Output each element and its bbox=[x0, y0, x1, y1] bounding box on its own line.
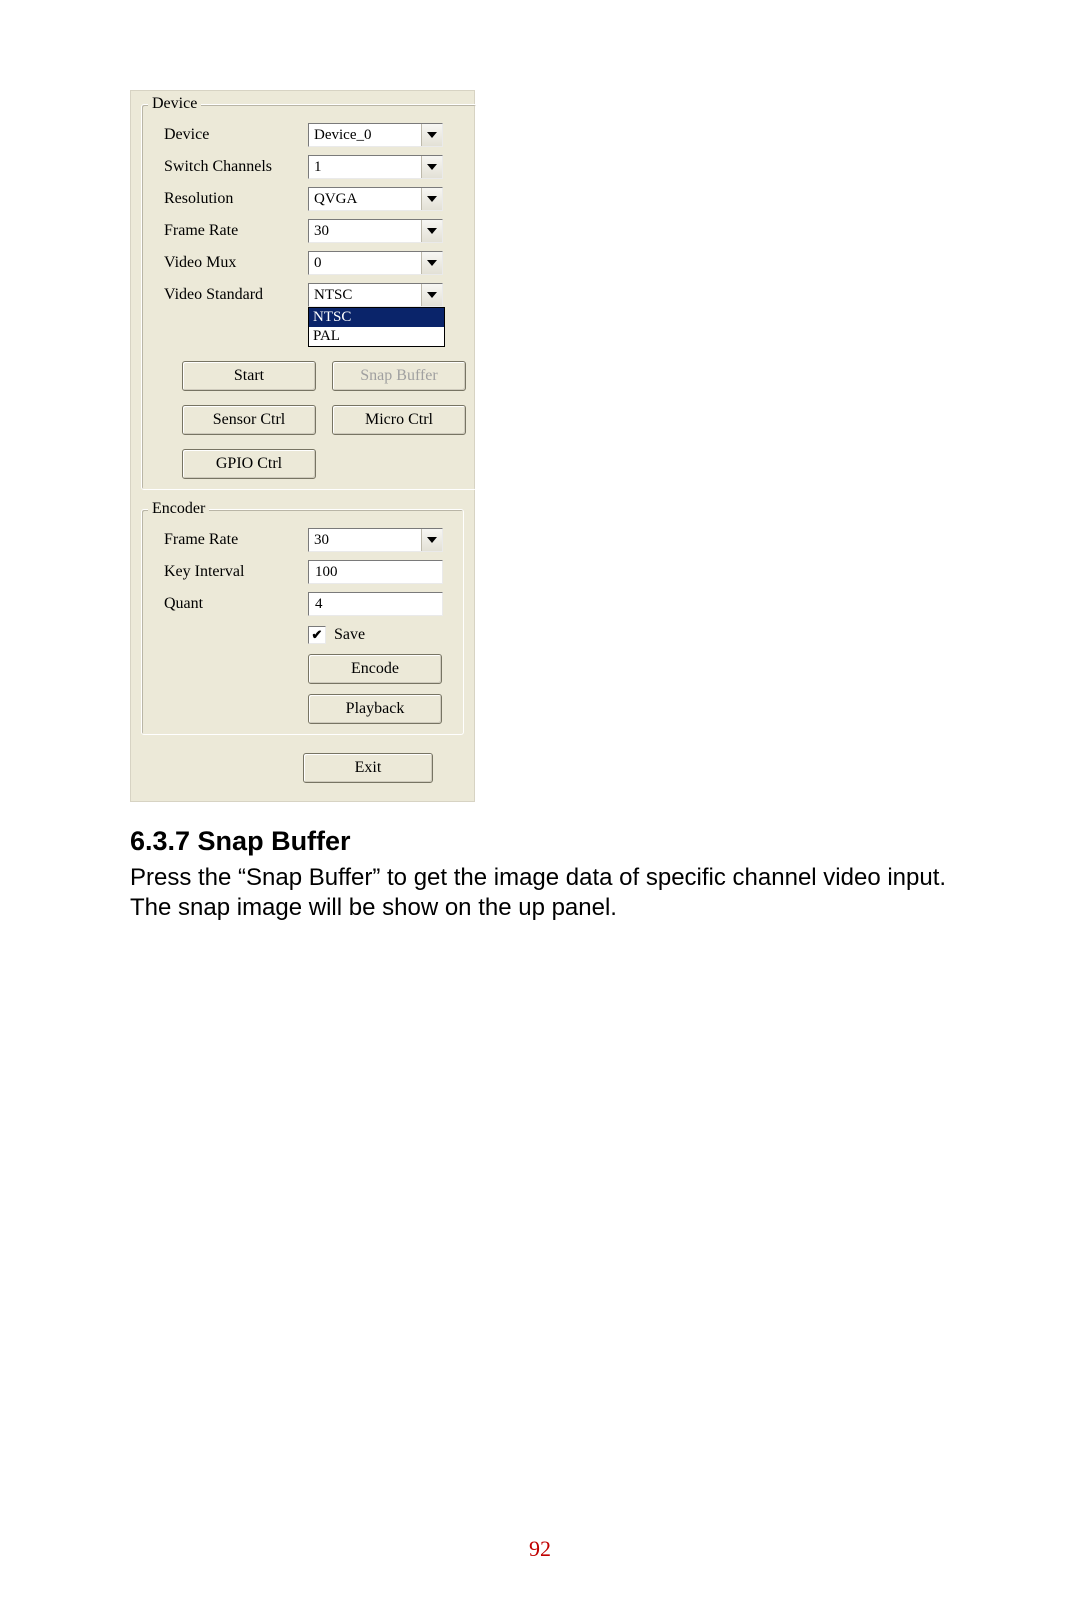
gpio-ctrl-button[interactable]: GPIO Ctrl bbox=[182, 449, 316, 479]
switch-channels-value: 1 bbox=[309, 156, 421, 178]
section-body: Press the “Snap Buffer” to get the image… bbox=[130, 863, 950, 923]
device-label: Device bbox=[152, 126, 308, 144]
micro-ctrl-button[interactable]: Micro Ctrl bbox=[332, 405, 466, 435]
sensor-ctrl-button[interactable]: Sensor Ctrl bbox=[182, 405, 316, 435]
video-standard-option-pal[interactable]: PAL bbox=[309, 327, 444, 346]
section-heading: 6.3.7 Snap Buffer bbox=[130, 826, 950, 857]
dropdown-button[interactable] bbox=[421, 188, 442, 210]
row-resolution: Resolution QVGA bbox=[142, 187, 476, 211]
switch-channels-dropdown[interactable]: 1 bbox=[308, 155, 443, 179]
row-key-interval: Key Interval 100 bbox=[142, 560, 463, 584]
resolution-value: QVGA bbox=[309, 188, 421, 210]
chevron-down-icon bbox=[427, 537, 437, 543]
row-video-mux: Video Mux 0 bbox=[142, 251, 476, 275]
frame-rate-dropdown[interactable]: 30 bbox=[308, 219, 443, 243]
frame-rate-label: Frame Rate bbox=[152, 222, 308, 240]
chevron-down-icon bbox=[427, 292, 437, 298]
device-buttons-row-3: GPIO Ctrl bbox=[142, 449, 476, 479]
enc-frame-rate-dropdown[interactable]: 30 bbox=[308, 528, 443, 552]
switch-channels-label: Switch Channels bbox=[152, 158, 308, 176]
enc-frame-rate-label: Frame Rate bbox=[152, 531, 308, 549]
dropdown-button[interactable] bbox=[421, 252, 442, 274]
playback-button-row: Playback bbox=[142, 694, 453, 724]
device-group: Device Device Device_0 Switch Channels 1 bbox=[141, 95, 477, 490]
playback-button[interactable]: Playback bbox=[308, 694, 442, 724]
video-mux-value: 0 bbox=[309, 252, 421, 274]
row-switch-channels: Switch Channels 1 bbox=[142, 155, 476, 179]
row-frame-rate: Frame Rate 30 bbox=[142, 219, 476, 243]
dropdown-button[interactable] bbox=[421, 156, 442, 178]
key-interval-input[interactable]: 100 bbox=[308, 560, 443, 584]
enc-frame-rate-value: 30 bbox=[309, 529, 421, 551]
quant-label: Quant bbox=[152, 595, 308, 613]
dropdown-button[interactable] bbox=[421, 124, 442, 146]
device-dropdown[interactable]: Device_0 bbox=[308, 123, 443, 147]
key-interval-label: Key Interval bbox=[152, 563, 308, 581]
frame-rate-value: 30 bbox=[309, 220, 421, 242]
encoder-group: Encoder Frame Rate 30 Key Interval 100 Q… bbox=[141, 500, 464, 735]
exit-button-row: Exit bbox=[131, 753, 464, 783]
save-checkbox[interactable]: ✔ bbox=[308, 626, 326, 644]
video-standard-listbox[interactable]: NTSC PAL bbox=[308, 307, 445, 347]
chevron-down-icon bbox=[427, 164, 437, 170]
page-number: 92 bbox=[0, 1536, 1080, 1562]
document-page: Device Device Device_0 Switch Channels 1 bbox=[0, 0, 1080, 1618]
encode-button[interactable]: Encode bbox=[308, 654, 442, 684]
device-group-legend: Device bbox=[148, 95, 201, 113]
settings-panel: Device Device Device_0 Switch Channels 1 bbox=[130, 90, 475, 802]
save-checkbox-label: Save bbox=[334, 626, 365, 644]
dropdown-button[interactable] bbox=[421, 220, 442, 242]
video-standard-label: Video Standard bbox=[152, 286, 308, 304]
exit-button[interactable]: Exit bbox=[303, 753, 433, 783]
video-standard-value: NTSC bbox=[309, 284, 421, 306]
chevron-down-icon bbox=[427, 228, 437, 234]
video-mux-dropdown[interactable]: 0 bbox=[308, 251, 443, 275]
chevron-down-icon bbox=[427, 132, 437, 138]
chevron-down-icon bbox=[427, 196, 437, 202]
video-mux-label: Video Mux bbox=[152, 254, 308, 272]
resolution-label: Resolution bbox=[152, 190, 308, 208]
save-checkbox-row: ✔ Save bbox=[308, 626, 463, 644]
device-buttons-row-2: Sensor Ctrl Micro Ctrl bbox=[142, 405, 476, 435]
start-button[interactable]: Start bbox=[182, 361, 316, 391]
video-standard-dropdown[interactable]: NTSC bbox=[308, 283, 443, 307]
device-buttons-row-1: Start Snap Buffer bbox=[142, 361, 476, 391]
row-device: Device Device_0 bbox=[142, 123, 476, 147]
row-quant: Quant 4 bbox=[142, 592, 463, 616]
video-standard-option-ntsc[interactable]: NTSC bbox=[309, 308, 444, 327]
row-video-standard: Video Standard NTSC bbox=[142, 283, 476, 307]
resolution-dropdown[interactable]: QVGA bbox=[308, 187, 443, 211]
dropdown-button[interactable] bbox=[421, 529, 442, 551]
encode-button-row: Encode bbox=[142, 654, 453, 684]
quant-input[interactable]: 4 bbox=[308, 592, 443, 616]
chevron-down-icon bbox=[427, 260, 437, 266]
row-enc-frame-rate: Frame Rate 30 bbox=[142, 528, 463, 552]
dropdown-button[interactable] bbox=[421, 284, 442, 306]
device-dropdown-value: Device_0 bbox=[309, 124, 421, 146]
encoder-group-legend: Encoder bbox=[148, 500, 209, 518]
snap-buffer-button[interactable]: Snap Buffer bbox=[332, 361, 466, 391]
